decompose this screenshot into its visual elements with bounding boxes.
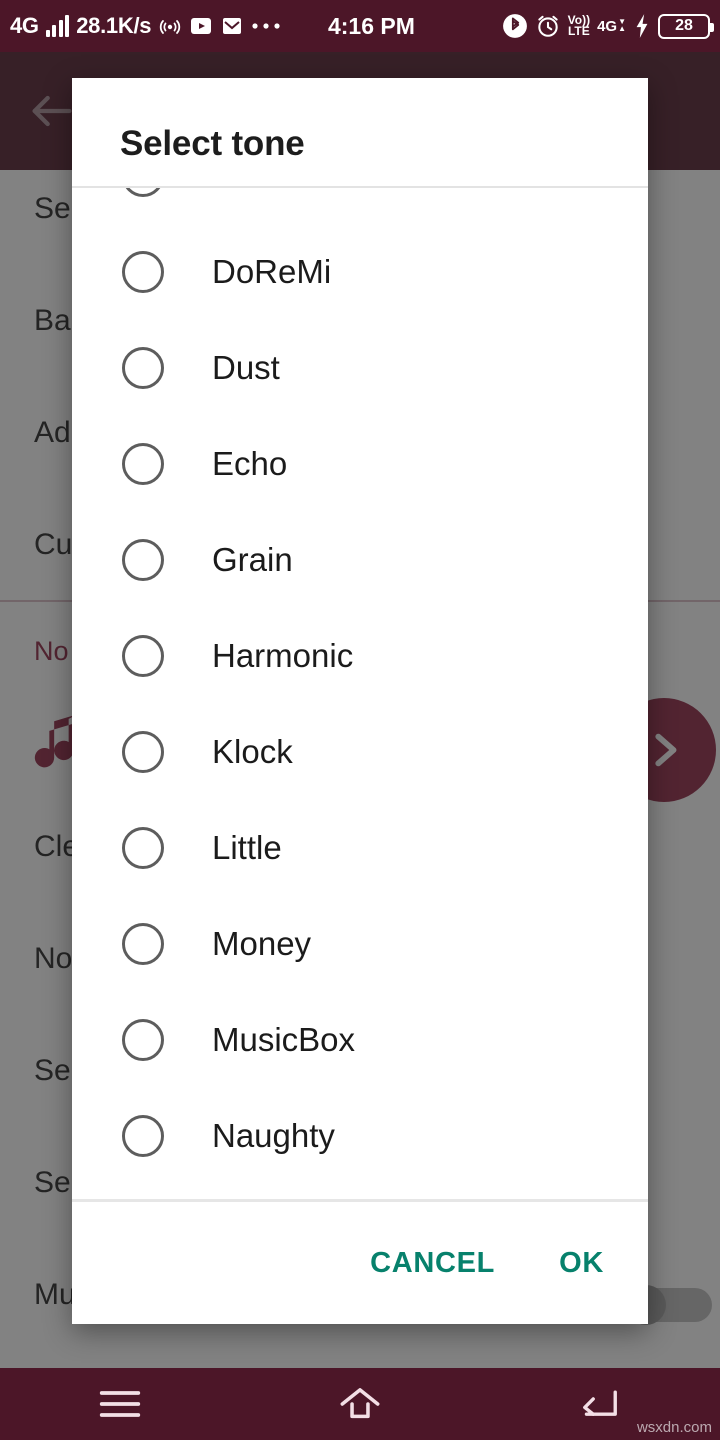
back-button[interactable] [480,1384,720,1424]
radio-button-icon[interactable] [122,347,164,389]
radio-button-icon[interactable] [122,635,164,677]
alarm-clock-icon [535,13,561,39]
home-icon [337,1384,383,1424]
tone-list-item[interactable]: DoReMi [72,224,648,320]
select-tone-dialog: Select tone Dodu DoReMi Dust Ec [72,78,648,1324]
battery-indicator: 28 [658,13,714,39]
tone-item-label: MusicBox [212,1021,356,1058]
network-label: 4G [10,13,39,38]
tone-list-item[interactable]: Echo [72,416,648,512]
bluetooth-icon [502,13,528,39]
tone-list[interactable]: Dodu DoReMi Dust Echo Grain [72,188,648,1199]
radio-button-icon[interactable] [122,1115,164,1157]
ok-button[interactable]: OK [553,1237,610,1290]
radio-button-icon[interactable] [122,827,164,869]
tone-list-item[interactable]: Klock [72,704,648,800]
menu-button[interactable] [0,1387,240,1421]
phone-screen: Se Ba Ad Cu No Cle No Se Se Mu Select to… [0,0,720,1440]
radio-button-icon[interactable] [122,251,164,293]
dialog-actions: CANCEL OK [72,1202,648,1324]
mail-icon [220,14,244,38]
tone-item-label: DoReMi [212,253,332,290]
radio-button-icon[interactable] [122,443,164,485]
tone-list-item[interactable]: MusicBox [72,992,648,1088]
tone-item-label: Money [212,925,312,962]
tone-item-label: Dodu [212,188,291,195]
tone-list-item[interactable]: Naughty [72,1088,648,1184]
tone-list-item[interactable]: Grain [72,512,648,608]
watermark: wsxdn.com [636,1419,712,1436]
tone-list-item[interactable]: Dust [72,320,648,416]
more-dots-icon [251,21,281,31]
home-button[interactable] [240,1384,480,1424]
tone-item-label: Grain [212,541,293,578]
tone-list-item[interactable]: Harmonic [72,608,648,704]
radio-button-icon[interactable] [122,923,164,965]
menu-icon [98,1387,142,1421]
tone-item-label: Little [212,829,282,866]
status-bar-left: 4G 28.1K/s [0,13,281,39]
mobile-data-icon: 4G ▼ ▲ [597,17,626,35]
data-arrows-icon: ▼ ▲ [618,17,626,33]
tone-item-label: Naughty [212,1117,335,1154]
data-rate-label: 28.1K/s [76,13,152,38]
tone-list-item[interactable]: Little [72,800,648,896]
hotspot-icon [158,14,182,38]
status-bar-center: 4:16 PM [281,13,501,40]
navigation-bar [0,1368,720,1440]
tone-item-label: Dust [212,349,280,386]
back-nav-icon [578,1384,622,1424]
cancel-button[interactable]: CANCEL [364,1237,501,1290]
status-bar-clock: 4:16 PM [327,12,415,39]
status-bar: 4G 28.1K/s 4:16 PM Vo)) LTE 4G ▼ ▲ 28 [0,0,720,52]
tone-item-label: Klock [212,733,293,770]
tone-item-label: Harmonic [212,637,354,674]
radio-button-icon[interactable] [122,731,164,773]
signal-bars-icon [45,15,70,37]
radio-button-icon[interactable] [122,1019,164,1061]
battery-level-label: 28 [675,17,693,34]
dialog-title: Select tone [120,124,305,163]
volte-icon: Vo)) LTE [567,12,591,38]
tone-list-item[interactable]: Dodu [72,188,648,224]
status-bar-right: Vo)) LTE 4G ▼ ▲ 28 [502,13,720,39]
tone-list-item[interactable]: Money [72,896,648,992]
tone-item-label: Echo [212,445,288,482]
charging-bolt-icon [633,13,651,39]
radio-button-icon[interactable] [122,188,164,197]
play-badge-icon [189,14,213,38]
radio-button-icon[interactable] [122,539,164,581]
